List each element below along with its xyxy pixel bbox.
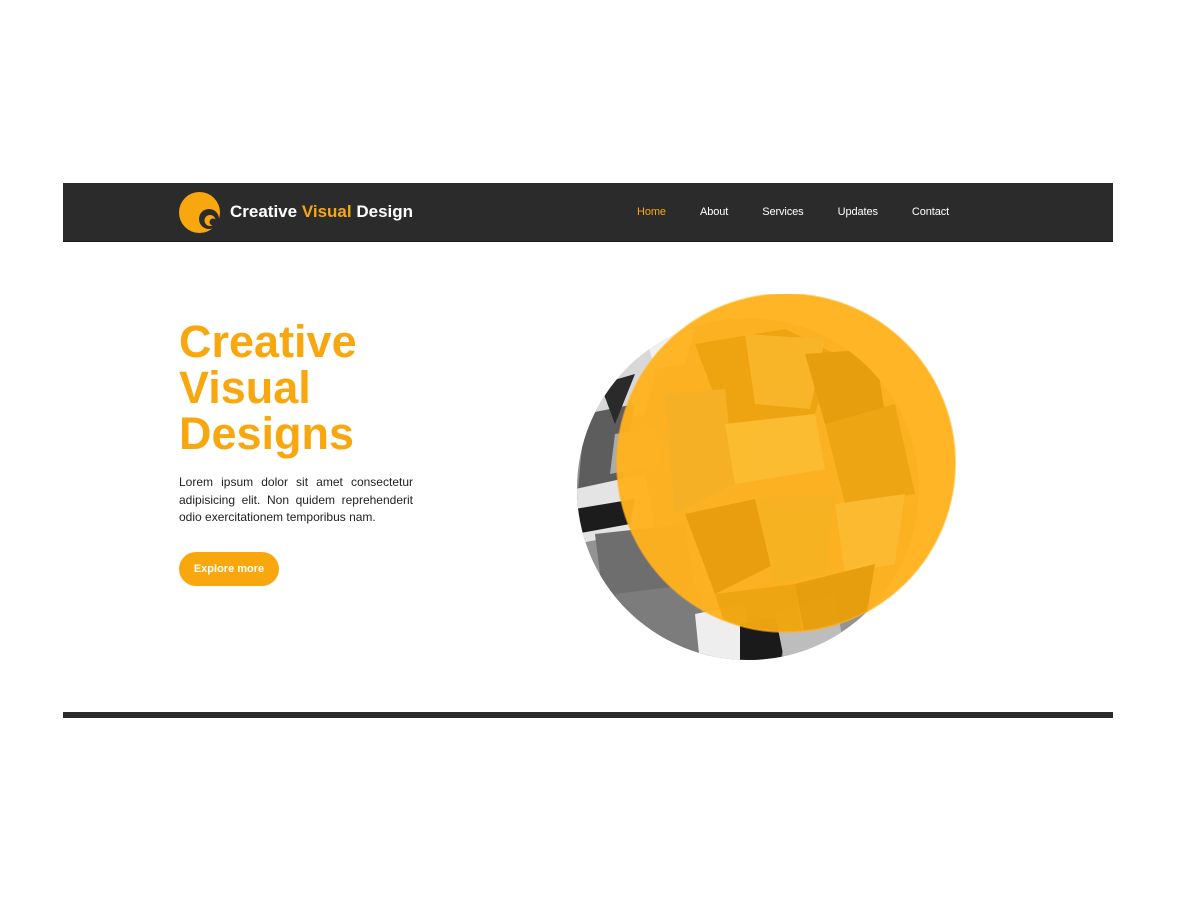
nav-item-updates[interactable]: Updates (838, 206, 878, 218)
nav-item-contact[interactable]: Contact (912, 206, 949, 218)
nav-item-services[interactable]: Services (762, 206, 803, 218)
brand-name-part2: Design (351, 202, 414, 221)
hero-title-line-1: Creative (179, 316, 357, 367)
hero-title-line-2: Visual (179, 362, 311, 413)
nav-item-home[interactable]: Home (637, 206, 666, 218)
brand-name-accent: Visual (301, 202, 352, 221)
page: Creative Visual Design Home About Servic… (0, 0, 1200, 900)
hero-title-line-3: Designs (179, 408, 355, 459)
website-mockup: Creative Visual Design Home About Servic… (63, 183, 1113, 718)
main-nav: Home About Services Updates Contact (637, 183, 949, 241)
footer-bar (63, 712, 1113, 718)
hero-description: Lorem ipsum dolor sit amet consectetur a… (179, 475, 413, 524)
nav-item-about[interactable]: About (700, 206, 728, 218)
brand-name: Creative Visual Design (230, 202, 413, 222)
crescent-logo-icon (179, 191, 220, 233)
brand-name-part1: Creative (230, 202, 302, 221)
top-navbar: Creative Visual Design Home About Servic… (63, 183, 1113, 242)
explore-more-button[interactable]: Explore more (179, 552, 279, 586)
hero-title: Creative Visual Designs (179, 319, 439, 457)
hero-illustration (577, 294, 956, 660)
brand-logo-link[interactable]: Creative Visual Design (179, 191, 413, 233)
